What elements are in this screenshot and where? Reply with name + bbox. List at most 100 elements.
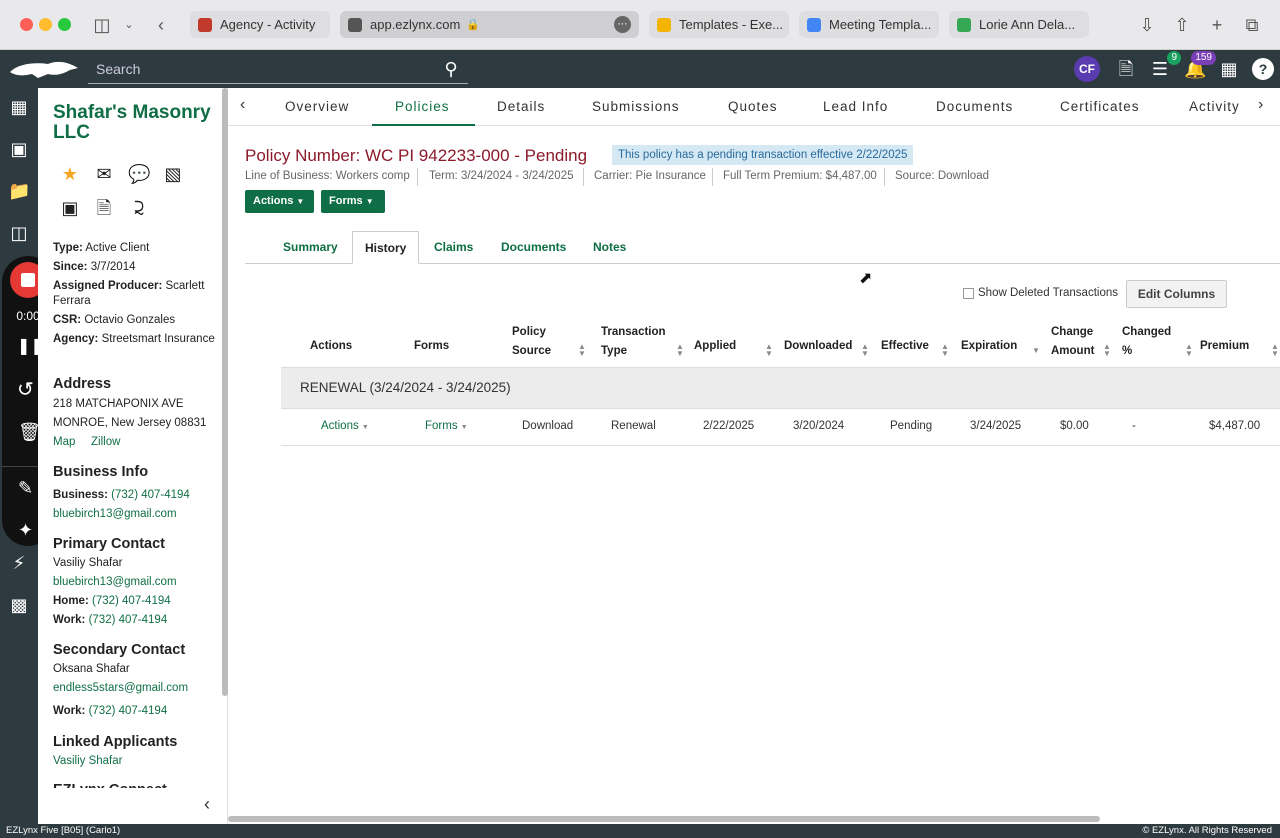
sidebar-toggle-icon[interactable]: ◫ [91,14,113,36]
hierarchy-icon[interactable]: ◫ [8,222,30,244]
work-phone-link[interactable]: (732) 407-4194 [89,614,168,626]
sort-icon[interactable]: ▲ ▼ [578,343,586,358]
calculator-icon[interactable]: ▧ [162,163,184,185]
tasks-list-icon[interactable]: ☰ 9 [1149,51,1181,80]
tab-lead-info[interactable]: Lead Info [823,99,888,114]
subtab-notes[interactable]: Notes [581,231,638,264]
minimize-window-button[interactable] [39,18,52,31]
folder-icon[interactable]: 📁 [8,180,30,202]
col-applied[interactable]: Applied [694,337,736,356]
forms-button[interactable]: Forms ▼ [321,190,385,213]
sort-icon[interactable]: ▲ ▼ [676,343,684,358]
tab-overview-icon[interactable]: ⧉ [1241,14,1263,36]
col-transaction-type[interactable]: Transaction Type [601,323,671,361]
collapse-sidebar-icon[interactable]: ‹ [204,794,210,815]
star-icon[interactable]: ★ [59,163,81,185]
tab-submissions[interactable]: Submissions [592,99,680,114]
sort-icon[interactable]: ▲ ▼ [861,343,869,358]
magic-wand-icon[interactable]: ✦ [18,520,33,541]
maximize-window-button[interactable] [58,18,71,31]
secondary-email-link[interactable]: endless5stars@gmail.com [53,681,223,696]
tab-activity[interactable]: Activity [1189,99,1240,114]
browser-tab-agency-activity[interactable]: Agency - Activity [190,11,330,38]
col-changed-pct[interactable]: Changed % [1122,323,1177,361]
row-forms-dropdown[interactable]: Forms ▼ [425,420,468,432]
primary-email-link[interactable]: bluebirch13@gmail.com [53,575,223,590]
edit-columns-button[interactable]: Edit Columns [1126,280,1227,308]
share-icon[interactable]: ⇧ [1171,14,1193,36]
sort-icon[interactable]: ▲ ▼ [765,343,773,358]
col-effective[interactable]: Effective [881,337,929,356]
browser-tab-templates[interactable]: Templates - Exe... [649,11,789,38]
horizontal-scrollbar[interactable] [228,816,1100,822]
tabs-prev-icon[interactable]: ‹ [240,96,246,114]
tab-policies[interactable]: Policies [395,99,450,114]
more-icon[interactable]: ⋯ [614,16,631,33]
help-icon[interactable]: ? [1252,58,1274,80]
client-sidebar: Shafar's Masonry LLC ★ ✉ 💬 ▧ ▣ 🗎 ⫈ Type:… [38,88,228,824]
plug-icon[interactable]: ⚡ [8,552,30,574]
business-email-link[interactable]: bluebirch13@gmail.com [53,507,223,522]
col-expiration[interactable]: Expiration [961,337,1017,356]
dashboard-icon[interactable]: ▦ [8,96,30,118]
pen-icon[interactable]: ✎ [18,478,33,499]
tab-quotes[interactable]: Quotes [728,99,778,114]
secondary-work-phone-link[interactable]: (732) 407-4194 [89,705,168,717]
chat-icon[interactable]: 💬 [128,163,150,185]
lock-icon: 🔒 [466,19,481,31]
col-forms[interactable]: Forms [414,337,449,356]
map-link[interactable]: Map [53,435,75,450]
sort-icon[interactable]: ▲ ▼ [1271,343,1279,358]
browser-tab-lorie-ann[interactable]: Lorie Ann Dela... [949,11,1089,38]
subtab-claims[interactable]: Claims [422,231,485,264]
close-window-button[interactable] [20,18,33,31]
ezlynx-logo-icon[interactable] [8,58,80,80]
id-card-icon[interactable]: ▣ [59,197,81,219]
new-tab-icon[interactable]: + [1206,14,1228,36]
home-phone-link[interactable]: (732) 407-4194 [92,595,171,607]
col-premium[interactable]: Premium [1200,337,1249,356]
col-actions[interactable]: Actions [310,337,352,356]
share-icon[interactable]: ⫈ [128,197,150,219]
download-icon[interactable]: ⇩ [1136,14,1158,36]
zillow-link[interactable]: Zillow [91,435,120,450]
subtab-summary[interactable]: Summary [271,231,350,264]
restart-icon[interactable]: ↺ [17,377,34,402]
invoice-icon[interactable]: 🗎 [93,197,115,219]
user-avatar[interactable]: CF [1074,56,1100,82]
business-phone-link[interactable]: (732) 407-4194 [111,489,190,501]
tab-overview[interactable]: Overview [285,99,349,114]
back-icon[interactable]: ‹ [150,14,172,36]
tab-certificates[interactable]: Certificates [1060,99,1140,114]
mail-icon[interactable]: ✉ [93,163,115,185]
show-deleted-toggle[interactable]: Show Deleted Transactions [963,287,1118,299]
sort-icon[interactable]: ▲ ▼ [941,343,949,358]
col-downloaded[interactable]: Downloaded [784,337,852,356]
org-chart-icon[interactable]: ▦ [1218,58,1240,80]
bell-icon[interactable]: 🔔 159 [1184,51,1216,80]
browser-tab-meeting-templates[interactable]: Meeting Templa... [799,11,939,38]
new-document-icon[interactable]: 🗎 [1115,58,1137,80]
gift-icon[interactable]: ▩ [8,594,30,616]
col-policy-source[interactable]: Policy Source [512,323,572,361]
show-deleted-checkbox[interactable] [963,287,974,299]
subtab-documents[interactable]: Documents [489,231,578,264]
sort-desc-icon[interactable]: ▼ [1032,347,1040,355]
browser-tab-address-bar[interactable]: app.ezlynx.com 🔒 ⋯ [340,11,639,38]
search-icon[interactable]: ⚲ [440,58,462,80]
contacts-icon[interactable]: ▣ [8,138,30,160]
search-input[interactable]: Search [88,58,468,84]
col-change-amount[interactable]: Change Amount [1051,323,1106,361]
tasks-badge: 9 [1167,51,1181,65]
tab-documents[interactable]: Documents [936,99,1013,114]
actions-button[interactable]: Actions ▼ [245,190,314,213]
sort-icon[interactable]: ▲ ▼ [1103,343,1111,358]
linked-applicant-link[interactable]: Vasiliy Shafar [53,754,223,769]
row-actions-dropdown[interactable]: Actions ▼ [321,420,369,432]
chevron-down-icon[interactable]: ⌄ [118,14,140,36]
subtab-history[interactable]: History [352,231,420,264]
tab-details[interactable]: Details [497,99,545,114]
tabs-next-icon[interactable]: › [1258,96,1264,114]
since-label: Since: [53,261,88,273]
sort-icon[interactable]: ▲ ▼ [1185,343,1193,358]
